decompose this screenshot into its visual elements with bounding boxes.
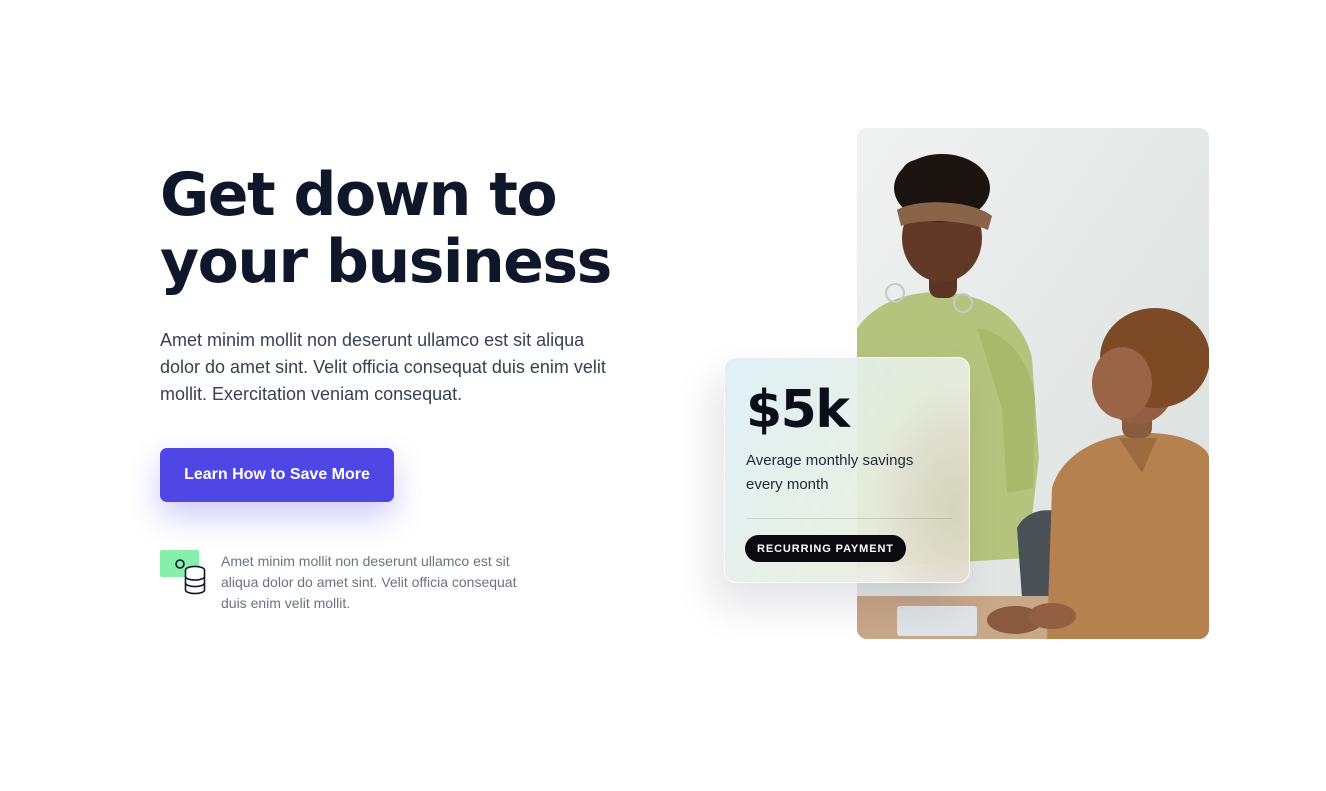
- hero-title-line-1: Get down to: [160, 160, 558, 230]
- learn-how-to-save-more-button[interactable]: Learn How to Save More: [160, 448, 394, 502]
- recurring-payment-badge: RECURRING PAYMENT: [745, 535, 906, 562]
- card-divider: [746, 518, 952, 519]
- savings-stat-card: $5k Average monthly savings every month …: [724, 357, 970, 583]
- hero-title-line-2: your business: [160, 227, 612, 297]
- savings-amount: $5k: [746, 380, 850, 440]
- feature-description: Amet minim mollit non deserunt ullamco e…: [221, 553, 517, 611]
- money-coins-icon: [160, 548, 210, 598]
- hero-title: Get down to your business: [160, 162, 680, 296]
- hero-description: Amet minim mollit non deserunt ullamco e…: [160, 330, 606, 404]
- savings-label: Average monthly savings every month: [746, 452, 914, 493]
